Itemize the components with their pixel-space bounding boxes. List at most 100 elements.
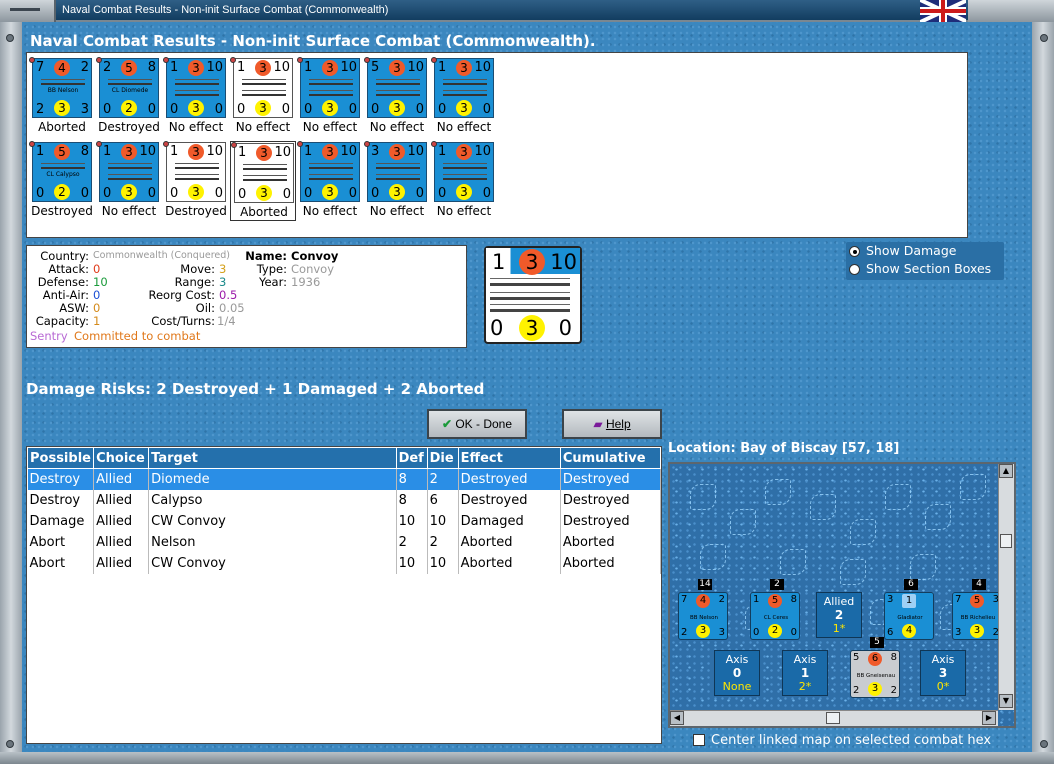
map-unit-counter[interactable]: 7 3 3 2 5 3 BB Richelieu bbox=[952, 592, 1002, 640]
help-button[interactable]: ▰ Help bbox=[562, 409, 662, 439]
unit-cell[interactable]: 5 10 0 0 3 3 No effect bbox=[364, 57, 430, 137]
counter-defense: 2 bbox=[80, 60, 89, 75]
column-header-effect[interactable]: Effect bbox=[457, 447, 561, 469]
map-unit-counter[interactable]: 1 8 0 0 5 2 CL Ceres bbox=[750, 592, 800, 640]
unit-marker-icon bbox=[431, 141, 437, 147]
ship-icon bbox=[175, 79, 219, 85]
scroll-left-icon[interactable]: ◀ bbox=[670, 711, 684, 725]
horizontal-scroll-thumb[interactable] bbox=[826, 712, 840, 724]
counter-aa: 2 bbox=[36, 102, 45, 117]
table-row[interactable]: Damage Allied CW Convoy 10 10 Damaged Destroye… bbox=[27, 510, 662, 532]
counter-attack-circle: 5 bbox=[768, 594, 782, 608]
damage-risks: Damage Risks: 2 Destroyed + 1 Damaged + … bbox=[26, 380, 485, 398]
unit-cell[interactable]: 1 10 0 0 3 3 No effect bbox=[96, 141, 162, 221]
unit-counter[interactable]: 1 10 0 0 3 3 bbox=[300, 142, 360, 202]
table-cell: Aborted bbox=[560, 552, 662, 574]
combat-map[interactable]: 14 7 2 2 3 4 3 BB Nelson 2 1 8 0 0 5 2 CL Ceres 6 3 6 1 4 Gla… bbox=[668, 462, 1016, 728]
counter-asw: 3 bbox=[80, 102, 89, 117]
unit-cell[interactable]: 1 10 0 0 3 3 Aborted bbox=[230, 141, 296, 221]
unit-marker-icon bbox=[431, 57, 437, 63]
show-section-boxes-label[interactable]: Show Section Boxes bbox=[866, 261, 991, 276]
table-row[interactable]: Abort Allied Nelson 2 2 Aborted Aborted bbox=[27, 531, 662, 553]
unit-cell[interactable]: 1 10 0 0 3 3 Destroyed bbox=[163, 141, 229, 221]
ok-done-button[interactable]: ✔ OK - Done bbox=[427, 409, 527, 439]
column-header-die[interactable]: Die bbox=[426, 447, 459, 469]
map-unit-counter[interactable]: 7 2 2 3 4 3 BB Nelson bbox=[678, 592, 728, 640]
show-damage-radio[interactable] bbox=[849, 246, 860, 257]
center-map-label[interactable]: Center linked map on selected combat hex bbox=[711, 733, 991, 748]
unit-counter[interactable]: 1 10 0 0 3 3 bbox=[166, 58, 226, 118]
counter-attack-circle: 5 bbox=[970, 594, 984, 608]
counter-attack-circle: 3 bbox=[256, 145, 272, 161]
map-horizontal-scrollbar[interactable]: ◀ ▶ bbox=[670, 710, 998, 726]
unit-result: Destroyed bbox=[98, 120, 160, 134]
unit-cell[interactable]: 3 10 0 0 3 3 No effect bbox=[364, 141, 430, 221]
counter-move-circle: 3 bbox=[322, 184, 338, 200]
counter-move-circle: 3 bbox=[255, 100, 271, 116]
unit-counter[interactable]: 1 10 0 0 3 3 bbox=[166, 142, 226, 202]
unit-counter[interactable]: 1 10 0 0 3 3 bbox=[434, 58, 494, 118]
table-row[interactable]: Destroy Allied Diomede 8 2 Destroyed Destroyed bbox=[27, 468, 662, 490]
counter-defense: 8 bbox=[790, 594, 797, 605]
unit-counter[interactable]: 5 10 0 0 3 3 bbox=[367, 58, 427, 118]
unit-counter[interactable]: 1 10 0 0 3 3 bbox=[300, 58, 360, 118]
ship-icon bbox=[443, 163, 487, 169]
allied-summary[interactable]: Allied 2 1* bbox=[816, 592, 862, 638]
unit-cell[interactable]: 2 8 0 0 5 2 CL Diomede Destroyed bbox=[96, 57, 162, 137]
unit-cell[interactable]: 1 10 0 0 3 3 No effect bbox=[431, 141, 497, 221]
axis-summary[interactable]: Axis 1 2* bbox=[782, 650, 828, 696]
axis-summary[interactable]: Axis 0 None bbox=[714, 650, 760, 696]
ice-pattern bbox=[765, 479, 791, 505]
unit-result: Destroyed bbox=[165, 204, 227, 218]
unit-cell[interactable]: 1 10 0 0 3 3 No effect bbox=[163, 57, 229, 137]
unit-cell[interactable]: 1 10 0 0 3 3 No effect bbox=[297, 141, 363, 221]
unit-counter[interactable]: 3 10 0 0 3 3 bbox=[367, 142, 427, 202]
map-unit-counter[interactable]: 5 8 2 2 6 3 BB Gneisenau bbox=[850, 650, 900, 698]
show-damage-label[interactable]: Show Damage bbox=[866, 243, 956, 258]
unit-counter[interactable]: 1 10 0 0 3 3 bbox=[434, 142, 494, 202]
ship-icon bbox=[108, 163, 152, 169]
counter-defense: 10 bbox=[273, 60, 290, 75]
map-unit-counter[interactable]: 3 6 1 4 Gladiator bbox=[884, 592, 934, 640]
unit-counter[interactable]: 1 8 0 0 5 2 CL Calypso bbox=[32, 142, 92, 202]
asw-value: 0 bbox=[93, 301, 101, 315]
column-header-target[interactable]: Target bbox=[148, 447, 397, 469]
unit-cell[interactable]: 7 2 2 3 4 3 BB Nelson Aborted bbox=[29, 57, 95, 137]
column-header-possible[interactable]: Possible bbox=[26, 447, 95, 469]
menu-grip-icon[interactable] bbox=[0, 0, 56, 22]
counter-asw: 0 bbox=[482, 102, 491, 117]
counter-aa: 0 bbox=[490, 316, 504, 340]
counter-attack: 1 bbox=[753, 594, 760, 605]
column-header-cumulative[interactable]: Cumulative bbox=[559, 447, 662, 469]
counter-attack: 3 bbox=[887, 594, 894, 605]
unit-counter[interactable]: 2 8 0 0 5 2 CL Diomede bbox=[99, 58, 159, 118]
unit-cell[interactable]: 1 10 0 0 3 3 No effect bbox=[230, 57, 296, 137]
table-row[interactable]: Destroy Allied Calypso 8 6 Destroyed Destroyed bbox=[27, 489, 662, 511]
scroll-right-icon[interactable]: ▶ bbox=[982, 711, 996, 725]
table-cell: Allied bbox=[93, 552, 150, 574]
unit-counter[interactable]: 1 10 0 0 3 3 bbox=[99, 142, 159, 202]
table-cell: Destroyed bbox=[560, 468, 662, 490]
axis-summary[interactable]: Axis 3 0* bbox=[920, 650, 966, 696]
unit-counter[interactable]: 1 10 0 0 3 3 bbox=[234, 143, 294, 203]
unit-cell[interactable]: 1 10 0 0 3 3 No effect bbox=[297, 57, 363, 137]
scroll-down-icon[interactable]: ▼ bbox=[999, 694, 1013, 708]
unit-marker-icon bbox=[297, 57, 303, 63]
unit-cell[interactable]: 1 8 0 0 5 2 CL Calypso Destroyed bbox=[29, 141, 95, 221]
scroll-up-icon[interactable]: ▲ bbox=[999, 464, 1013, 478]
unit-counter[interactable]: 1 10 0 0 3 3 bbox=[233, 58, 293, 118]
center-map-checkbox[interactable] bbox=[693, 734, 705, 746]
vertical-scroll-thumb[interactable] bbox=[1000, 534, 1012, 548]
type-label: Type: bbox=[256, 262, 287, 276]
unit-marker-icon bbox=[96, 141, 102, 147]
unit-cell[interactable]: 1 10 0 0 3 3 No effect bbox=[431, 57, 497, 137]
ice-pattern bbox=[690, 484, 716, 510]
column-header-choice[interactable]: Choice bbox=[93, 447, 150, 469]
table-row[interactable]: Abort Allied CW Convoy 10 10 Aborted Aborted bbox=[27, 552, 662, 574]
rivet bbox=[6, 34, 14, 42]
show-section-boxes-radio[interactable] bbox=[849, 264, 860, 275]
column-header-def[interactable]: Def bbox=[395, 447, 428, 469]
unit-counter[interactable]: 7 2 2 3 4 3 BB Nelson bbox=[32, 58, 92, 118]
map-vertical-scrollbar[interactable]: ▲ ▼ bbox=[998, 464, 1014, 710]
attack-value: 0 bbox=[93, 262, 101, 276]
